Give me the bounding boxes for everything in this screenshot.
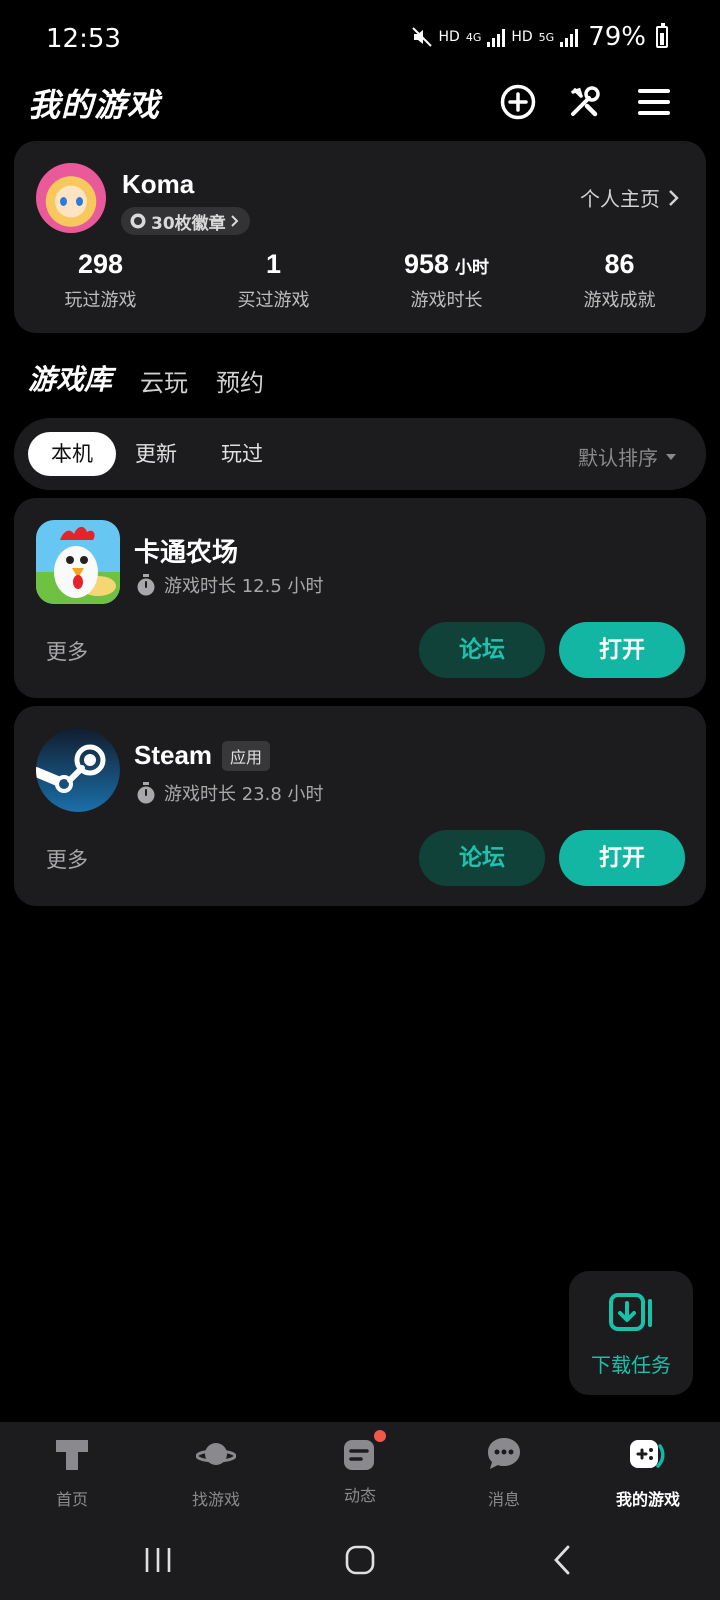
bottom-nav: 首页 找游戏 动态 消息 我的游戏 — [0, 1422, 720, 1522]
badges-button[interactable]: 30枚徽章 — [121, 207, 250, 235]
hd-label-2: HD — [511, 29, 533, 45]
nav-feed[interactable]: 动态 — [288, 1430, 432, 1506]
download-tasks-label: 下载任务 — [591, 1353, 671, 1377]
stat-achievements[interactable]: 86 游戏成就 — [533, 249, 706, 312]
stopwatch-icon — [137, 574, 155, 596]
gamepad-icon — [630, 1440, 665, 1468]
tab-cloud-play[interactable]: 云玩 — [140, 363, 188, 398]
chat-bubble-icon — [488, 1438, 520, 1469]
download-tasks-button[interactable]: 下载任务 — [569, 1271, 693, 1395]
library-tabs: 游戏库 云玩 预约 — [25, 358, 264, 398]
signal-icon-2 — [560, 27, 579, 47]
chip-local[interactable]: 本机 — [28, 432, 116, 476]
notification-dot — [374, 1430, 386, 1442]
menu-icon — [638, 89, 670, 115]
battery-icon — [656, 23, 668, 48]
add-button[interactable] — [496, 80, 540, 124]
chip-played[interactable]: 玩过 — [210, 432, 274, 476]
game-card[interactable]: 卡通农场 游戏时长 12.5 小时 更多 论坛 打开 — [14, 498, 706, 698]
stat-games-bought[interactable]: 1 买过游戏 — [187, 249, 360, 312]
status-icons: HD 4G HD 5G 79% — [411, 22, 668, 52]
plus-circle-icon — [500, 84, 536, 120]
stat-games-played[interactable]: 298 玩过游戏 — [14, 249, 187, 312]
stat-playtime[interactable]: 958 小时 游戏时长 — [360, 249, 533, 312]
signal-icon — [487, 27, 506, 47]
game-playtime: 游戏时长 12.5 小时 — [136, 572, 324, 598]
game-title: Steam 应用 — [134, 740, 271, 771]
filter-bar: 本机 更新 玩过 默认排序 — [14, 418, 706, 490]
nav-home[interactable]: 首页 — [0, 1434, 144, 1510]
tab-library[interactable]: 游戏库 — [25, 358, 115, 398]
game-title: 卡通农场 — [134, 538, 239, 568]
header: 我的游戏 — [0, 78, 720, 142]
hay-day-icon — [36, 520, 120, 604]
caret-down-icon — [666, 453, 676, 460]
home-icon — [56, 1440, 88, 1470]
net-4g-label: 4G — [465, 30, 482, 44]
more-button[interactable]: 更多 — [46, 636, 88, 666]
more-button[interactable]: 更多 — [46, 844, 88, 874]
status-bar: 12:53 HD 4G HD 5G 79% — [0, 0, 720, 80]
open-button[interactable]: 打开 — [559, 830, 685, 886]
app-tag: 应用 — [222, 740, 271, 771]
hd-label: HD — [438, 29, 460, 45]
game-card[interactable]: Steam 应用 游戏时长 23.8 小时 更多 论坛 打开 — [14, 706, 706, 906]
profile-link[interactable]: 个人主页 — [580, 183, 680, 212]
tab-reservations[interactable]: 预约 — [216, 363, 264, 398]
planet-icon — [195, 1443, 237, 1465]
page-title: 我的游戏 — [28, 86, 161, 124]
home-square-icon — [345, 1545, 375, 1575]
tools-button[interactable] — [563, 80, 607, 124]
recent-apps-icon — [145, 1548, 171, 1572]
avatar[interactable] — [36, 163, 106, 233]
profile-card: Koma 30枚徽章 个人主页 298 玩过游戏 1 买过游戏 958 小时 游戏… — [14, 141, 706, 333]
recent-apps-button[interactable] — [136, 1540, 180, 1580]
chevron-right-icon — [669, 189, 679, 206]
nav-messages[interactable]: 消息 — [432, 1434, 576, 1510]
menu-button[interactable] — [632, 80, 676, 124]
profile-link-label: 个人主页 — [580, 187, 660, 211]
net-5g-label: 5G — [538, 30, 555, 44]
sort-label: 默认排序 — [578, 446, 658, 470]
sort-dropdown[interactable]: 默认排序 — [578, 442, 676, 471]
mute-icon — [411, 27, 432, 47]
stopwatch-icon — [137, 782, 155, 804]
forum-button[interactable]: 论坛 — [419, 830, 545, 886]
stats-row: 298 玩过游戏 1 买过游戏 958 小时 游戏时长 86 游戏成就 — [14, 249, 706, 312]
chip-updates[interactable]: 更新 — [124, 432, 188, 476]
home-button[interactable] — [338, 1540, 382, 1580]
download-icon — [609, 1293, 652, 1331]
steam-icon — [36, 728, 120, 812]
battery-percent: 79% — [588, 22, 646, 52]
nav-find-games[interactable]: 找游戏 — [144, 1434, 288, 1510]
chevron-right-icon — [230, 215, 239, 227]
feed-icon — [340, 1430, 386, 1474]
back-chevron-icon — [554, 1545, 570, 1575]
system-nav-bar — [0, 1522, 720, 1600]
game-playtime: 游戏时长 23.8 小时 — [136, 780, 324, 806]
nav-my-games[interactable]: 我的游戏 — [576, 1434, 720, 1510]
status-time: 12:53 — [46, 24, 121, 54]
tools-icon — [571, 86, 600, 117]
badges-label: 30枚徽章 — [151, 213, 226, 234]
username[interactable]: Koma — [122, 169, 194, 200]
open-button[interactable]: 打开 — [559, 622, 685, 678]
forum-button[interactable]: 论坛 — [419, 622, 545, 678]
medal-icon — [130, 213, 146, 229]
back-button[interactable] — [540, 1540, 584, 1580]
